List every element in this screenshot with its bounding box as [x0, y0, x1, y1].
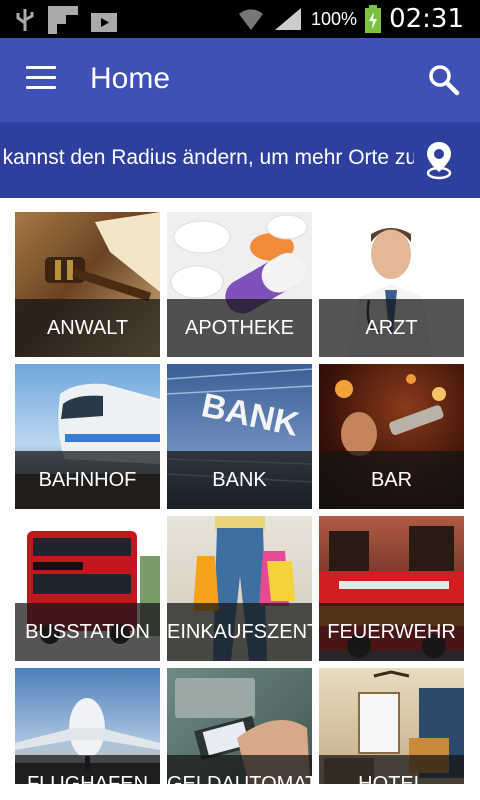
location-pin-icon[interactable]: [424, 140, 454, 180]
tile-flughafen[interactable]: FLUGHAFEN: [15, 668, 160, 784]
tile-label: BAHNHOF: [15, 451, 160, 509]
media-icon: [91, 13, 117, 32]
page-title: Home: [90, 62, 171, 95]
tile-bar[interactable]: BAR: [319, 364, 464, 509]
tile-label: HOTEL: [319, 755, 464, 784]
tile-feuerwehr[interactable]: FEUERWEHR: [319, 516, 464, 661]
battery-percent: 100%: [311, 8, 358, 29]
signal-icon: [275, 8, 302, 30]
clock: 02:31: [389, 4, 464, 34]
tile-bahnhof[interactable]: BAHNHOF: [15, 364, 160, 509]
tile-label: BAR: [319, 451, 464, 509]
category-grid: ANWALT APOTHEKE ARZT BAHNHOF BANK BANK B…: [15, 212, 465, 784]
search-icon[interactable]: [428, 64, 460, 96]
flipboard-icon: [48, 6, 78, 34]
tile-busstation[interactable]: BUSSTATION: [15, 516, 160, 661]
tile-label: BUSSTATION: [15, 603, 160, 661]
tile-geldautomat[interactable]: GELDAUTOMAT: [167, 668, 312, 784]
tile-bank[interactable]: BANK BANK: [167, 364, 312, 509]
tile-hotel[interactable]: HOTEL: [319, 668, 464, 784]
tile-label: ANWALT: [15, 299, 160, 357]
status-bar: 100% 02:31: [0, 0, 480, 38]
tile-label: BANK: [167, 451, 312, 509]
tile-einkaufszentrum[interactable]: EINKAUFSZENTRUM: [167, 516, 312, 661]
tile-label: APOTHEKE: [167, 299, 312, 357]
menu-icon[interactable]: [26, 66, 56, 92]
banner-text: Du kannst den Radius ändern, um mehr Ort…: [0, 146, 414, 169]
app-bar: Home: [0, 38, 480, 122]
radius-banner[interactable]: Du kannst den Radius ändern, um mehr Ort…: [0, 122, 480, 198]
tile-label: ARZT: [319, 299, 464, 357]
tile-label: GELDAUTOMAT: [167, 755, 312, 784]
battery-charging-icon: [365, 5, 382, 33]
tile-arzt[interactable]: ARZT: [319, 212, 464, 357]
tile-label: EINKAUFSZENTRUM: [167, 603, 312, 661]
usb-icon: [16, 9, 34, 31]
tile-anwalt[interactable]: ANWALT: [15, 212, 160, 357]
wifi-icon: [239, 9, 264, 30]
tile-label: FLUGHAFEN: [15, 755, 160, 784]
tile-label: FEUERWEHR: [319, 603, 464, 661]
svg-text:BANK: BANK: [198, 386, 302, 444]
tile-apotheke[interactable]: APOTHEKE: [167, 212, 312, 357]
